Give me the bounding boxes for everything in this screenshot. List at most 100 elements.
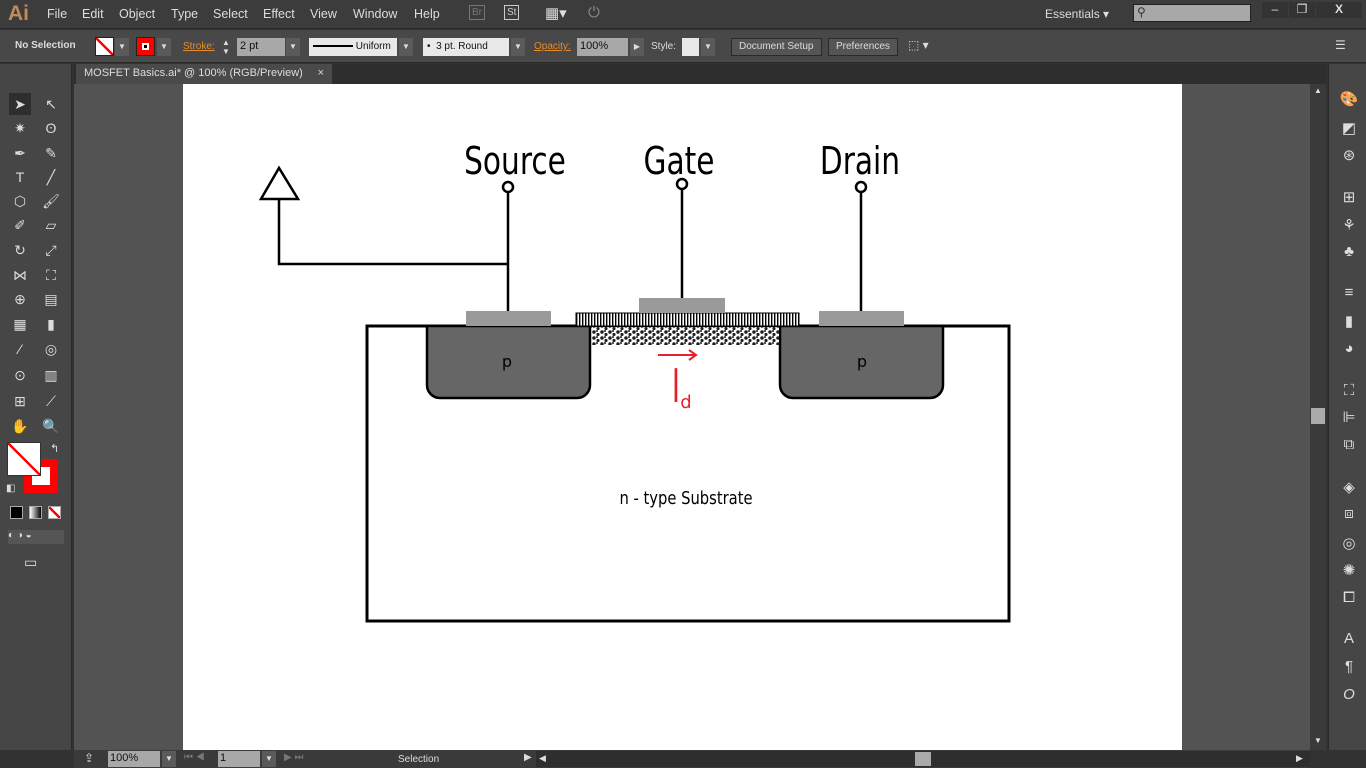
color-mode-button[interactable] [10,506,23,519]
screen-mode-icon[interactable]: ▭ [24,554,37,571]
character-icon[interactable]: A [1339,630,1359,650]
next-last-artboard[interactable]: ▶ ⏭ [284,752,303,763]
opacity-field[interactable]: 100% [577,38,628,56]
scroll-left-icon[interactable]: ◀ [539,753,546,764]
scroll-up-icon[interactable]: ▲ [1314,86,1322,95]
gradient-tool-icon[interactable]: ▮ [40,313,62,335]
close-window-button[interactable]: X [1316,2,1362,18]
fill-dropdown[interactable]: ▼ [115,38,129,56]
artboard-dropdown[interactable]: ▼ [262,751,276,767]
horizontal-scroll-thumb[interactable] [915,752,931,766]
zoom-dropdown[interactable]: ▼ [162,751,176,767]
align-icon[interactable]: ⊫ [1339,408,1359,428]
menu-select[interactable]: Select [213,7,248,21]
opentype-icon[interactable]: O [1339,686,1359,706]
vertical-scrollbar[interactable]: ▲ ▼ [1310,84,1326,750]
menu-object[interactable]: Object [119,7,155,21]
stroke-weight-field[interactable]: 2 pt [237,38,285,56]
opacity-label[interactable]: Opacity: [534,41,571,52]
status-menu-arrow[interactable]: ▶ [524,752,532,763]
default-colors-icon[interactable]: ◧ [6,483,15,494]
pen-tool-icon[interactable]: ✒ [9,142,31,164]
workspace-switcher[interactable]: Essentials ▾ [1045,7,1109,21]
appearance-icon[interactable]: ◎ [1339,534,1359,554]
transparency-icon[interactable]: ◕ [1339,340,1359,360]
transform-icon[interactable]: ⛶ [1339,382,1359,402]
selection-tool-icon[interactable]: ➤ [9,93,31,115]
zoom-field[interactable]: 100% [108,751,160,767]
document-tab[interactable]: MOSFET Basics.ai* @ 100% (RGB/Preview) × [76,64,332,84]
width-tool-icon[interactable]: ⋈ [9,264,31,286]
eyedropper-tool-icon[interactable]: ⁄ [9,338,31,360]
restore-button[interactable]: ❐ [1289,2,1315,18]
preferences-button[interactable]: Preferences [828,38,898,56]
opacity-slider-button[interactable]: ▶ [630,38,644,56]
panel-menu-icon[interactable]: ☰ [1335,38,1346,52]
variable-width-profile[interactable]: Uniform [309,38,397,56]
scale-tool-icon[interactable]: ⤢ [40,239,62,261]
close-tab-icon[interactable]: × [318,67,324,79]
isolation-mode-icon[interactable]: ⬚ ▾ [908,38,929,52]
style-swatch[interactable] [682,38,699,56]
type-tool-icon[interactable]: T [9,166,31,188]
artboard-tool-icon[interactable]: ⊞ [9,390,31,412]
menu-type[interactable]: Type [171,7,198,21]
scroll-down-icon[interactable]: ▼ [1314,736,1322,745]
menu-edit[interactable]: Edit [82,7,104,21]
direct-selection-tool-icon[interactable]: ↖ [40,93,62,115]
polygon-tool-icon[interactable]: ⬡ [9,190,31,212]
vertical-scroll-thumb[interactable] [1311,408,1325,424]
stroke-swatch[interactable] [136,37,155,56]
arrange-documents-icon[interactable]: ▦▾ [545,4,567,22]
scroll-right-icon[interactable]: ▶ [1296,753,1303,764]
stroke-label[interactable]: Stroke: [183,41,215,52]
graphic-styles-icon[interactable]: ✺ [1339,561,1359,581]
stock-button[interactable]: St [504,5,520,20]
curvature-tool-icon[interactable]: ✎ [40,142,62,164]
share-icon[interactable]: ⇪ [84,751,94,765]
artboards-icon[interactable]: ⧈ [1339,505,1359,525]
graph-tool-icon[interactable]: ▥ [40,364,62,386]
paragraph-icon[interactable]: ¶ [1339,658,1359,678]
fill-swatch[interactable] [95,37,114,56]
brush-dropdown[interactable]: ▼ [511,38,525,56]
magic-wand-tool-icon[interactable]: ✷ [9,117,31,139]
symbols-icon[interactable]: ♣ [1339,243,1359,263]
style-dropdown[interactable]: ▼ [701,38,715,56]
bridge-button[interactable]: Br [469,5,485,20]
horizontal-scrollbar[interactable]: ◀ ▶ [536,751,1310,767]
perspective-grid-tool-icon[interactable]: ▤ [40,288,62,310]
line-tool-icon[interactable]: ╱ [40,166,62,188]
menu-window[interactable]: Window [353,7,397,21]
export-assets-icon[interactable]: ⧠ [1339,589,1359,609]
brush-definition[interactable]: • 3 pt. Round [423,38,509,56]
cc-libraries-icon[interactable]: ⊛ [1339,146,1359,166]
blend-tool-icon[interactable]: ◎ [40,338,62,360]
swatches-icon[interactable]: ⊞ [1339,188,1359,208]
menu-effect[interactable]: Effect [263,7,295,21]
color-guide-icon[interactable]: ◩ [1339,119,1359,139]
fill-color-box[interactable] [7,442,41,476]
shaper-tool-icon[interactable]: ✐ [9,214,31,236]
paintbrush-tool-icon[interactable]: 🖌 [40,190,62,212]
rotate-tool-icon[interactable]: ↻ [9,239,31,261]
status-tool[interactable]: Selection [398,754,439,765]
search-input[interactable] [1133,4,1251,22]
shape-builder-tool-icon[interactable]: ⊕ [9,288,31,310]
slice-tool-icon[interactable]: ⟋ [40,390,62,412]
eraser-tool-icon[interactable]: ▱ [40,214,62,236]
gradient-mode-button[interactable] [29,506,42,519]
color-panel-icon[interactable]: 🎨 [1339,90,1359,110]
hand-tool-icon[interactable]: ✋ [9,415,31,437]
profile-dropdown[interactable]: ▼ [399,38,413,56]
none-mode-button[interactable] [48,506,61,519]
first-previous-artboard[interactable]: ⏮ ◀ [184,752,205,763]
swap-colors-icon[interactable]: ↰ [50,442,59,455]
minimize-button[interactable]: – [1262,2,1288,18]
drawing-modes-icon[interactable]: ◐ ◑ ◒ [8,530,64,544]
artboard-field[interactable]: 1 [218,751,260,767]
menu-help[interactable]: Help [414,7,440,21]
free-transform-tool-icon[interactable]: ⛶ [40,264,62,286]
mesh-tool-icon[interactable]: ▦ [9,313,31,335]
pathfinder-icon[interactable]: ⧉ [1339,436,1359,456]
